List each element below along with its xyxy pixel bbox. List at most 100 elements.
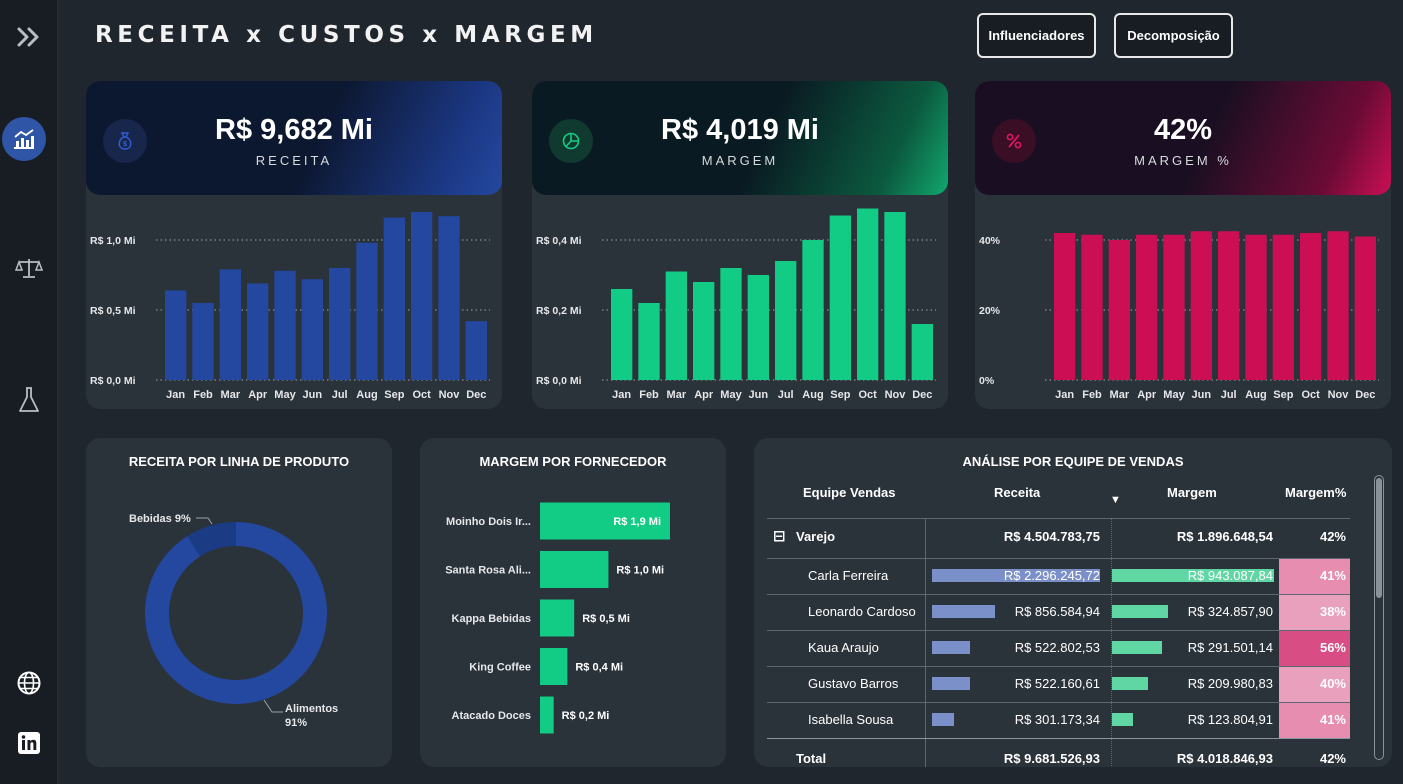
supplier-label: Atacado Doces bbox=[452, 710, 531, 722]
margem-bar-aug[interactable] bbox=[802, 240, 824, 380]
margem-bar-dec[interactable] bbox=[911, 324, 933, 380]
flask-icon[interactable] bbox=[6, 377, 52, 423]
receita-bar-jun[interactable] bbox=[301, 279, 323, 380]
margem-fornecedor-bar-chart: Moinho Dois Ir... R$ 1,9 Mi Santa Rosa Ali… bbox=[445, 502, 670, 734]
receita-bar-feb[interactable] bbox=[192, 303, 214, 380]
receita-bar-jul[interactable] bbox=[329, 268, 351, 380]
receita-xtick-label: Sep bbox=[384, 389, 404, 401]
margem-pct-bar-jan[interactable] bbox=[1054, 233, 1076, 380]
margem-bar-jun[interactable] bbox=[747, 275, 769, 380]
table-row-name[interactable]: Isabella Sousa bbox=[808, 712, 893, 727]
receita-xtick-label: Mar bbox=[221, 389, 241, 401]
table-row-margem: R$ 943.087,84 bbox=[1187, 568, 1273, 583]
decomposition-button[interactable]: Decomposição bbox=[1114, 13, 1233, 58]
kpi-label-margem: MARGEM bbox=[701, 153, 779, 168]
receita-bar-may[interactable] bbox=[274, 270, 296, 380]
margem-bar-feb[interactable] bbox=[638, 303, 660, 380]
margem-bar-nov[interactable] bbox=[884, 212, 906, 380]
kpi-card-receita: $ R$ 9,682 Mi RECEITA R$ 0,0 Mi R$ 0,5 Mi… bbox=[86, 81, 502, 409]
supplier-bar[interactable] bbox=[540, 696, 554, 734]
donut-slice-alimentos[interactable] bbox=[145, 522, 328, 704]
supplier-value-label: R$ 0,5 Mi bbox=[582, 613, 630, 625]
margem-ytick-label: R$ 0,4 Mi bbox=[536, 235, 582, 247]
receita-bar-mar[interactable] bbox=[219, 269, 241, 380]
globe-icon[interactable] bbox=[6, 660, 52, 706]
total-label: Total bbox=[796, 751, 827, 766]
table-row-name[interactable]: Gustavo Barros bbox=[808, 676, 898, 691]
chart-trend-icon[interactable] bbox=[2, 117, 46, 161]
group-name[interactable]: Varejo bbox=[796, 529, 835, 544]
sort-desc-icon[interactable]: ▼ bbox=[1110, 494, 1121, 506]
receita-bar-oct[interactable] bbox=[411, 212, 433, 380]
table-row-name[interactable]: Leonardo Cardoso bbox=[808, 604, 916, 619]
hbar-title: MARGEM POR FORNECEDOR bbox=[479, 454, 667, 469]
col-header-margem-pct[interactable]: Margem% bbox=[1285, 485, 1346, 500]
supplier-bar[interactable] bbox=[540, 551, 609, 588]
margem-pct-bar-feb[interactable] bbox=[1081, 234, 1103, 380]
col-header-margem[interactable]: Margem bbox=[1167, 485, 1217, 500]
receita-bar-sep[interactable] bbox=[383, 217, 405, 380]
margem-bar-jan[interactable] bbox=[611, 289, 633, 380]
margem-databar bbox=[1112, 677, 1149, 690]
receita-bar-apr[interactable] bbox=[247, 283, 269, 380]
receita-bar-jan[interactable] bbox=[165, 290, 187, 380]
col-header-receita[interactable]: Receita bbox=[994, 485, 1040, 500]
margem-bar-apr[interactable] bbox=[693, 282, 715, 380]
supplier-value-label: R$ 0,2 Mi bbox=[562, 710, 610, 722]
table-row-margem: R$ 291.501,14 bbox=[1187, 640, 1273, 655]
receita-ytick-label: R$ 0,5 Mi bbox=[90, 305, 136, 317]
influencers-button[interactable]: Influenciadores bbox=[977, 13, 1096, 58]
balance-scale-icon[interactable] bbox=[6, 245, 52, 291]
kpi-header-margem: R$ 4,019 Mi MARGEM bbox=[532, 81, 948, 195]
margem-pct-xtick-label: Feb bbox=[1082, 389, 1102, 401]
supplier-label: Santa Rosa Ali... bbox=[445, 565, 531, 577]
margem-pct-bar-jun[interactable] bbox=[1190, 231, 1212, 380]
table-row-name[interactable]: Carla Ferreira bbox=[808, 568, 888, 583]
margem-pct-bar-apr[interactable] bbox=[1136, 234, 1158, 380]
margem-bar-may[interactable] bbox=[720, 268, 742, 380]
donut-label-alimentos: Alimentos bbox=[285, 703, 338, 715]
receita-bar-aug[interactable] bbox=[356, 242, 378, 380]
table-scrollbar-thumb[interactable] bbox=[1376, 478, 1382, 598]
table-row-name[interactable]: Kaua Araujo bbox=[808, 640, 879, 655]
linkedin-icon[interactable] bbox=[6, 720, 52, 766]
table-row-pct: 40% bbox=[1319, 676, 1346, 691]
margem-bar-oct[interactable] bbox=[857, 208, 879, 381]
col-header-equipe[interactable]: Equipe Vendas bbox=[803, 485, 895, 500]
receita-databar bbox=[932, 677, 971, 690]
margem-xtick-label: May bbox=[720, 389, 742, 401]
margem-pct-bar-oct[interactable] bbox=[1300, 233, 1322, 380]
margem-pct-bar-dec[interactable] bbox=[1354, 236, 1376, 381]
receita-databar bbox=[932, 713, 955, 726]
margem-pct-bar-mar[interactable] bbox=[1108, 240, 1130, 380]
group-margem: R$ 1.896.648,54 bbox=[1176, 529, 1273, 544]
margem-ytick-label: R$ 0,0 Mi bbox=[536, 375, 582, 387]
total-margem: R$ 4.018.846,93 bbox=[1176, 751, 1273, 766]
supplier-label: Moinho Dois Ir... bbox=[446, 516, 531, 528]
collapse-group-icon[interactable]: ⊟ bbox=[773, 527, 786, 545]
receita-bar-nov[interactable] bbox=[438, 216, 460, 380]
margem-bar-jul[interactable] bbox=[775, 261, 797, 380]
row-divider bbox=[767, 558, 1350, 559]
margem-pct-bar-may[interactable] bbox=[1163, 234, 1185, 380]
margem-pct-xtick-label: Jul bbox=[1221, 389, 1237, 401]
table-row-pct: 41% bbox=[1319, 568, 1346, 583]
margem-bar-mar[interactable] bbox=[665, 271, 687, 381]
expand-icon[interactable] bbox=[6, 14, 52, 60]
margem-pct-bar-jul[interactable] bbox=[1218, 231, 1240, 380]
panel-receita-linha-produto: RECEITA POR LINHA DE PRODUTO Bebidas 9% A… bbox=[86, 438, 392, 767]
panel-margem-fornecedor: MARGEM POR FORNECEDOR Moinho Dois Ir... R… bbox=[420, 438, 726, 767]
margem-pct-xtick-label: Apr bbox=[1137, 389, 1157, 401]
table-row-pct: 41% bbox=[1319, 712, 1346, 727]
supplier-bar[interactable] bbox=[540, 648, 568, 685]
margem-pct-bar-sep[interactable] bbox=[1272, 234, 1294, 380]
margem-pct-bar-aug[interactable] bbox=[1245, 234, 1267, 380]
margem-pct-bar-nov[interactable] bbox=[1327, 231, 1349, 380]
group-pct: 42% bbox=[1319, 529, 1346, 544]
header-divider bbox=[767, 518, 1350, 519]
table-row-margem: R$ 123.804,91 bbox=[1187, 712, 1273, 727]
receita-ytick-label: R$ 0,0 Mi bbox=[90, 375, 136, 387]
margem-bar-sep[interactable] bbox=[829, 215, 851, 381]
supplier-bar[interactable] bbox=[540, 599, 575, 637]
receita-bar-dec[interactable] bbox=[465, 321, 487, 380]
